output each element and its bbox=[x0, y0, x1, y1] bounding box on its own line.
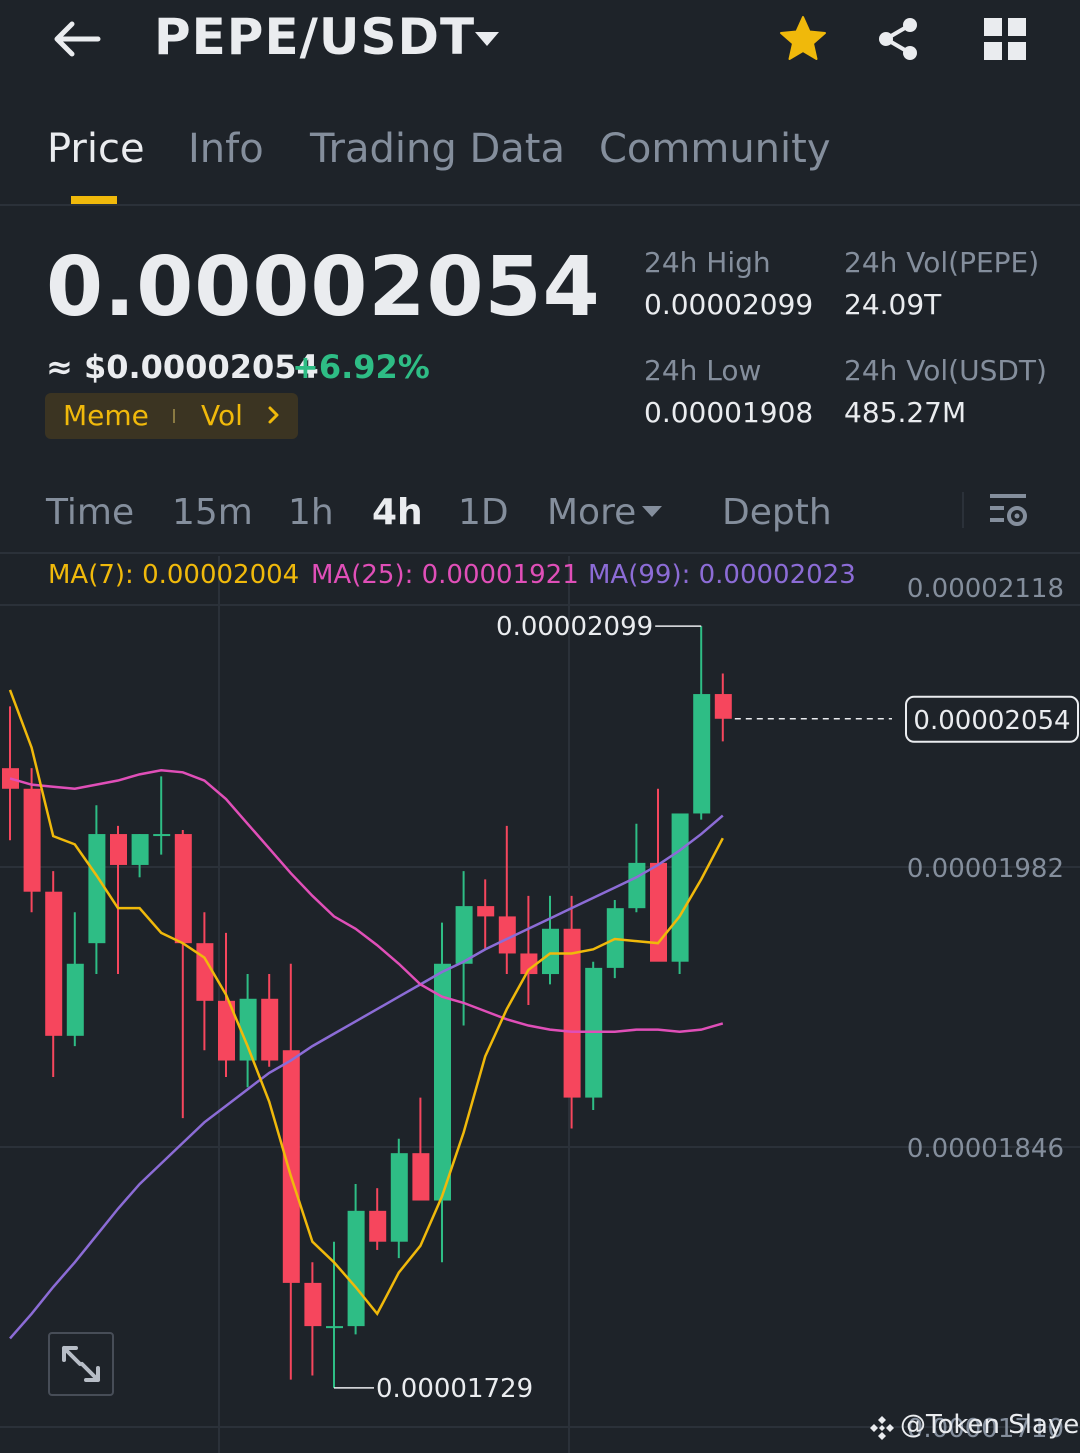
vol-pepe-label: 24h Vol(PEPE) bbox=[844, 246, 1040, 279]
ma99-line bbox=[9, 814, 724, 1340]
candle-up bbox=[390, 1153, 408, 1242]
candle-up bbox=[455, 906, 473, 964]
candle-down bbox=[477, 906, 495, 917]
y-tick-label: 0.00001982 bbox=[907, 854, 1064, 884]
candle-up bbox=[542, 928, 559, 975]
usd-price: ≈ $0.00002054 bbox=[46, 348, 319, 386]
candlestick-chart[interactable]: 0.000021180.000019820.000018460.00001710… bbox=[0, 556, 1080, 1453]
interval-time[interactable]: Time bbox=[46, 492, 134, 533]
candle-up bbox=[347, 1210, 365, 1327]
high-marker-label: 0.00002099 bbox=[496, 612, 653, 642]
caret-down-icon[interactable] bbox=[640, 500, 664, 524]
vol-usdt-label: 24h Vol(USDT) bbox=[844, 354, 1047, 387]
interval-1h[interactable]: 1h bbox=[288, 492, 334, 533]
candle-down bbox=[110, 834, 127, 865]
caret-down-icon[interactable] bbox=[470, 22, 504, 56]
tab-price[interactable]: Price bbox=[47, 126, 145, 172]
grid-icon[interactable] bbox=[980, 14, 1030, 64]
interval-15m[interactable]: 15m bbox=[172, 492, 253, 533]
candle-down bbox=[261, 998, 279, 1061]
low-value: 0.00001908 bbox=[644, 396, 814, 429]
tab-trading-data[interactable]: Trading Data bbox=[310, 126, 565, 172]
high-label: 24h High bbox=[644, 246, 771, 279]
candle-up bbox=[153, 834, 171, 837]
y-tick-label: 0.00001846 bbox=[907, 1134, 1064, 1164]
candle-up bbox=[88, 834, 106, 944]
candle-down bbox=[369, 1210, 387, 1242]
fullscreen-button[interactable] bbox=[48, 1332, 114, 1396]
candle-down bbox=[196, 943, 214, 1001]
candle-down bbox=[174, 834, 192, 944]
interval-separator bbox=[962, 492, 964, 528]
candle-down bbox=[282, 1050, 300, 1283]
star-icon[interactable] bbox=[778, 14, 828, 64]
vol-usdt-value: 485.27M bbox=[844, 396, 967, 429]
ma7-label: MA(7): 0.00002004 bbox=[48, 560, 300, 590]
tag-chip[interactable]: Meme Vol bbox=[45, 393, 298, 439]
vol-pepe-value: 24.09T bbox=[844, 288, 942, 321]
ma25-line bbox=[9, 768, 724, 1033]
ma7-line bbox=[8, 689, 724, 1317]
candle-up bbox=[326, 1326, 343, 1329]
last-price: 0.00002054 bbox=[46, 240, 601, 335]
share-icon[interactable] bbox=[874, 14, 924, 64]
interval-1d[interactable]: 1D bbox=[458, 492, 509, 533]
back-arrow-icon[interactable] bbox=[48, 14, 108, 64]
candle-down bbox=[412, 1153, 430, 1201]
candle-up bbox=[239, 998, 257, 1061]
tag-divider bbox=[173, 409, 175, 423]
candle-up bbox=[671, 813, 689, 962]
interval-4h[interactable]: 4h bbox=[372, 492, 423, 533]
chevron-right-icon[interactable] bbox=[262, 400, 286, 430]
low-label: 24h Low bbox=[644, 354, 762, 387]
candle-down bbox=[714, 694, 732, 719]
binance-logo-icon bbox=[870, 1416, 894, 1440]
chart-settings-icon[interactable] bbox=[986, 488, 1030, 532]
expand-icon bbox=[62, 1346, 100, 1382]
candle-down bbox=[23, 788, 41, 892]
pair-title[interactable]: PEPE/USDT bbox=[154, 8, 475, 66]
active-tab-indicator bbox=[71, 196, 117, 204]
low-marker-label: 0.00001729 bbox=[376, 1374, 533, 1404]
ma25-label: MA(25): 0.00001921 bbox=[311, 560, 579, 590]
candle-up bbox=[66, 963, 84, 1036]
tab-info[interactable]: Info bbox=[188, 126, 264, 172]
tag-vol[interactable]: Vol bbox=[201, 399, 243, 432]
price-change: +6.92% bbox=[292, 348, 430, 386]
ma99-label: MA(99): 0.00002023 bbox=[588, 560, 856, 590]
candle-up bbox=[693, 694, 711, 814]
tab-community[interactable]: Community bbox=[599, 126, 831, 172]
main-tabs: Price Info Trading Data Community bbox=[0, 110, 1080, 206]
top-bar: PEPE/USDT bbox=[0, 0, 1080, 90]
candle-down bbox=[45, 891, 63, 1036]
candle-up bbox=[131, 834, 149, 865]
tag-meme[interactable]: Meme bbox=[63, 399, 149, 432]
y-tick-label: 0.00002118 bbox=[907, 574, 1064, 604]
candle-down bbox=[304, 1282, 322, 1327]
interval-depth[interactable]: Depth bbox=[722, 492, 832, 533]
candle-down bbox=[650, 862, 667, 962]
high-value: 0.00002099 bbox=[644, 288, 814, 321]
watermark-text: @Token Slayer bbox=[900, 1410, 1080, 1440]
interval-more[interactable]: More bbox=[547, 492, 636, 533]
candle-up bbox=[628, 862, 646, 909]
interval-bar: Time 15m 1h 4h 1D More Depth bbox=[0, 482, 1080, 554]
last-price-label: 0.00002054 bbox=[913, 706, 1070, 736]
